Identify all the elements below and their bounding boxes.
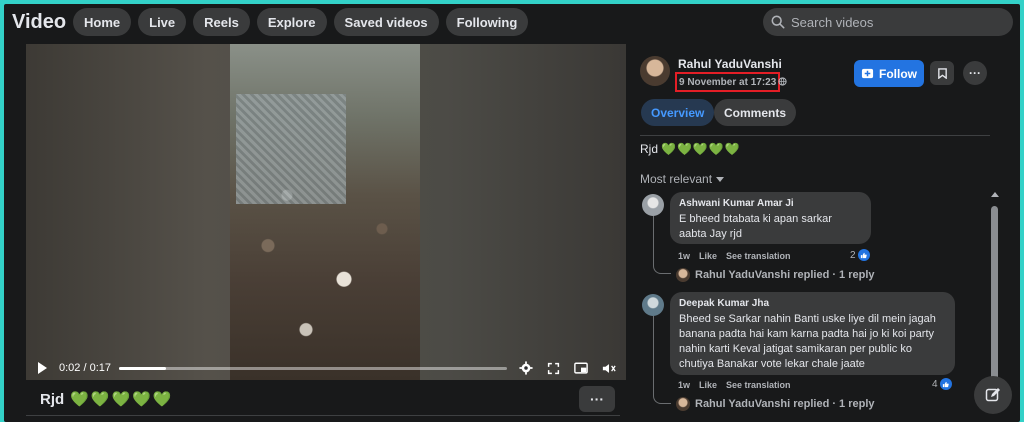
tab-comments[interactable]: Comments	[714, 99, 797, 126]
follow-button[interactable]: Follow	[854, 60, 924, 87]
reaction-number: 2	[850, 249, 856, 261]
scroll-up-icon[interactable]	[991, 192, 999, 197]
comment-sort-dropdown[interactable]: Most relevant	[640, 172, 725, 186]
settings-icon[interactable]	[519, 361, 533, 375]
globe-icon	[778, 77, 787, 86]
new-message-button[interactable]	[974, 376, 1012, 414]
like-reaction-icon	[857, 249, 870, 261]
like-link[interactable]: Like	[699, 251, 717, 261]
comment-text: Bheed se Sarkar nahin Banti uske liye di…	[679, 313, 936, 370]
like-link[interactable]: Like	[699, 380, 717, 390]
save-button[interactable]	[930, 61, 954, 85]
post-text-body: Rjd	[640, 142, 659, 156]
search-icon	[771, 15, 785, 29]
chevron-down-icon	[716, 177, 725, 183]
video-caption: Rjd 💚💚💚💚💚	[40, 390, 174, 408]
commenter-name[interactable]: Deepak Kumar Jha	[679, 298, 946, 309]
nav-home[interactable]: Home	[73, 8, 132, 36]
reaction-count[interactable]: 4	[932, 378, 952, 390]
video-progress-bar[interactable]	[119, 366, 507, 370]
reply-summary: Rahul YaduVanshi replied · 1 reply	[695, 398, 875, 410]
video-progress-fill	[119, 366, 166, 370]
compose-icon	[985, 388, 1000, 402]
play-icon[interactable]	[38, 362, 47, 374]
nav-reels[interactable]: Reels	[193, 8, 250, 36]
comment-age[interactable]: 1w	[678, 380, 690, 390]
author-name[interactable]: Rahul YaduVanshi	[678, 57, 782, 71]
video-player[interactable]: 0:02 / 0:17	[26, 44, 626, 380]
volume-mute-icon[interactable]	[602, 362, 616, 375]
commenter-avatar[interactable]	[642, 294, 664, 316]
nav-saved-videos[interactable]: Saved videos	[333, 8, 439, 36]
page-title: Video	[12, 11, 67, 33]
commenter-name[interactable]: Ashwani Kumar Amar Ji	[679, 198, 862, 209]
comment-meta: 1w Like See translation	[678, 251, 791, 261]
follow-label: Follow	[879, 66, 917, 81]
video-controls: 0:02 / 0:17	[26, 356, 626, 380]
caption-text: Rjd	[40, 391, 65, 408]
comment-bubble: Ashwani Kumar Amar Ji E bheed btabata ki…	[670, 192, 871, 244]
caption-hearts: 💚💚💚💚💚	[70, 391, 174, 408]
replier-avatar	[676, 268, 690, 282]
follow-icon	[861, 68, 874, 79]
bookmark-icon	[937, 67, 947, 79]
post-timestamp[interactable]: 9 November at 17:23	[675, 72, 781, 92]
see-translation-link[interactable]: See translation	[726, 380, 791, 390]
comment-text: E bheed btabata ki apan sarkar aabta Jay…	[679, 213, 832, 240]
divider	[26, 415, 620, 416]
video-time: 0:02 / 0:17	[59, 362, 111, 374]
comment-age[interactable]: 1w	[678, 251, 690, 261]
view-replies-link[interactable]: Rahul YaduVanshi replied · 1 reply	[676, 397, 875, 411]
reply-summary: Rahul YaduVanshi replied · 1 reply	[695, 269, 875, 281]
top-bar: Video Home Live Reels Explore Saved vide…	[4, 4, 1020, 42]
reaction-count[interactable]: 2	[850, 249, 870, 261]
post-panel: Rahul YaduVanshi 9 November at 17:23 Fol…	[632, 44, 1020, 422]
tab-overview[interactable]: Overview	[641, 99, 715, 126]
post-more-options-button[interactable]: ···	[963, 61, 987, 85]
picture-in-picture-icon[interactable]	[574, 362, 588, 375]
thread-line	[653, 216, 671, 274]
video-page: Video Home Live Reels Explore Saved vide…	[4, 4, 1020, 422]
nav-explore[interactable]: Explore	[256, 8, 327, 36]
sort-label: Most relevant	[640, 172, 713, 186]
fullscreen-icon[interactable]	[547, 362, 560, 375]
video-frame-structure	[236, 94, 346, 204]
reaction-number: 4	[932, 378, 938, 390]
see-translation-link[interactable]: See translation	[726, 251, 791, 261]
thread-line	[653, 316, 671, 404]
replier-avatar	[676, 397, 690, 411]
like-reaction-icon	[939, 378, 952, 390]
video-more-options-button[interactable]: ···	[579, 386, 615, 412]
nav-following[interactable]: Following	[445, 8, 529, 36]
author-avatar[interactable]	[640, 56, 670, 86]
post-text-hearts: 💚💚💚💚💚	[661, 142, 741, 156]
post-text: Rjd 💚💚💚💚💚	[640, 142, 741, 156]
search-input[interactable]	[791, 14, 1001, 30]
nav-tabs: Home Live Reels Explore Saved videos Fol…	[73, 8, 529, 36]
search-box[interactable]	[763, 8, 1013, 36]
commenter-avatar[interactable]	[642, 194, 664, 216]
divider	[640, 135, 990, 136]
comment-bubble: Deepak Kumar Jha Bheed se Sarkar nahin B…	[670, 292, 955, 375]
nav-live[interactable]: Live	[138, 8, 187, 36]
view-replies-link[interactable]: Rahul YaduVanshi replied · 1 reply	[676, 268, 875, 282]
comment-meta: 1w Like See translation	[678, 380, 791, 390]
